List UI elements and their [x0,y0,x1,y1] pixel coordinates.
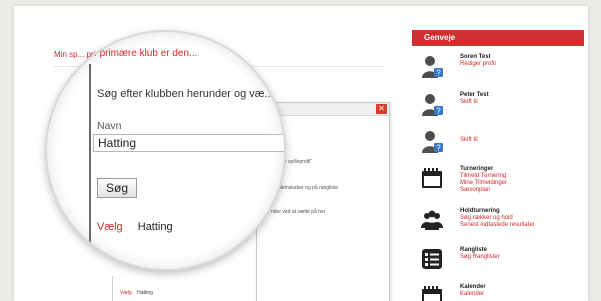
search-result: Vælg Hatting [97,221,173,233]
intro-text-magnified: Min sp... primære klub er den... [59,48,198,59]
shortcuts-panel: Genveje ? Soren Test Rediger profil ? Pe [412,30,584,301]
shortcut-link[interactable]: Søg rækker og hold [460,215,535,222]
club-name: Hatting [137,221,173,233]
divider [89,64,91,264]
club-name: Hatting [137,290,153,296]
user-switch-icon: ? [422,94,443,116]
shortcut-text: Kalender Kalender [460,284,486,298]
panel-header: Genveje [412,30,584,46]
shortcut-link[interactable]: Kalender [460,291,486,298]
shortcut-title: Kalender [460,284,486,290]
user-edit-icon: ? [422,56,443,78]
name-label: Navn [97,120,122,132]
shortcut-link[interactable]: Tilmeld Turnering [460,173,507,180]
dialog-text-2: medlemskaber og på rangliste [271,185,338,191]
shortcut-text: Turneringer Tilmeld Turnering Mine Tilme… [460,166,507,194]
team-icon [421,210,443,230]
shortcut-title: Turneringer [460,166,494,172]
user-switch-icon: ? [422,131,443,153]
svg-text:?: ? [436,107,441,116]
shortcut-text: Holdturnering Søg rækker og hold Senest … [460,208,535,229]
shortcut-title: Rangliste [460,247,488,253]
calendar-icon [422,286,442,301]
shortcut-link[interactable]: Senest indtastede resultater [460,222,535,229]
search-result-small: Vælg Hatting [120,290,153,296]
choose-link[interactable]: Vælg [97,221,123,233]
shortcut-link[interactable]: Rediger profil [460,61,496,68]
shortcut-text: Peter Test Skift til [460,92,489,106]
shortcut-link[interactable]: Skift til [460,99,489,106]
shortcut-text: Rangliste Søg Ranglister [460,247,500,261]
shortcut-title: Peter Test [460,92,489,98]
list-icon [422,249,442,269]
shortcut-link[interactable]: Mine Tilmeldinger [460,180,507,187]
close-icon[interactable]: ✕ [376,104,387,114]
shortcut-link[interactable]: Skift til [460,137,478,144]
shortcut-text: Soren Test Rediger profil [460,54,496,68]
shortcut-title: Holdturnering [460,208,500,214]
shortcut-link[interactable]: Søg Ranglister [460,254,500,261]
calendar-icon [422,168,442,188]
dialog-text-3: nder ved at sætte på her [271,209,326,215]
search-instruction: Søg efter klubben herunder og væ... [97,88,274,100]
shortcut-item-team[interactable]: Holdturnering Søg rækker og hold Senest … [420,208,580,234]
search-button[interactable]: Søg [97,178,137,198]
shortcut-item-tournaments[interactable]: Turneringer Tilmeld Turnering Mine Tilme… [420,166,580,194]
club-name-input[interactable] [93,134,284,152]
shortcut-link[interactable]: Sæsonplan [460,187,507,194]
shortcut-item-switch[interactable]: ? Peter Test Skift til [420,92,580,118]
shortcut-text: Skift til [460,137,478,144]
page: Min sp... primære klub er den... ✕ r "Mi… [14,6,588,301]
shortcut-item-switch[interactable]: ? Skift til [420,129,580,155]
svg-text:?: ? [436,69,441,78]
shortcut-title: Soren Test [460,54,491,60]
shortcut-item-profile[interactable]: ? Soren Test Rediger profil [420,54,580,80]
choose-link[interactable]: Vælg [120,290,132,296]
shortcut-item-calendar[interactable]: Kalender Kalender [420,284,580,301]
magnifier-lens: Min sp... primære klub er den... Søg eft… [47,32,284,269]
divider [112,276,113,301]
svg-text:?: ? [436,144,441,153]
shortcut-item-ranking[interactable]: Rangliste Søg Ranglister [420,247,580,273]
